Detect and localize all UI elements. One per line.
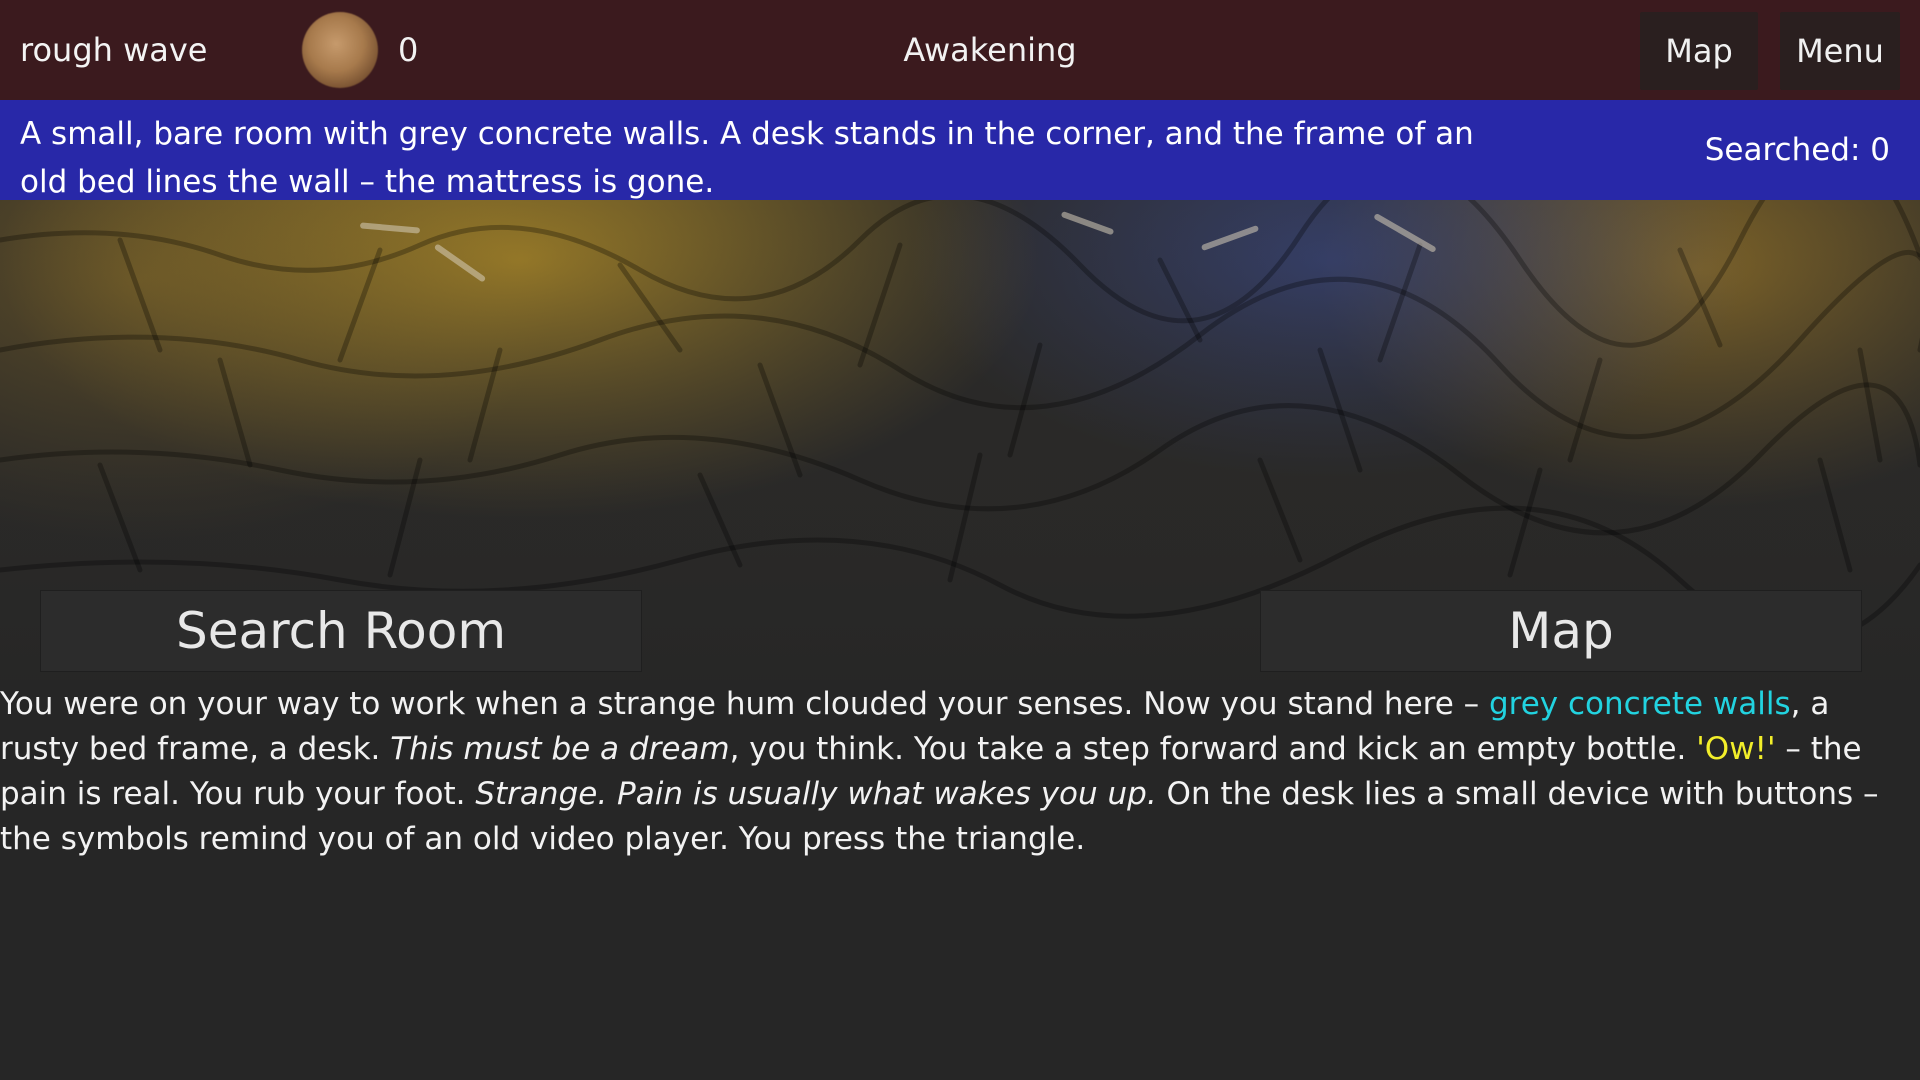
coin-count: 0 bbox=[398, 31, 419, 69]
top-bar: rough wave 0 Awakening Map Menu bbox=[0, 0, 1920, 100]
story-text: You were on your way to work when a stra… bbox=[0, 682, 1910, 862]
story-panel: You were on your way to work when a stra… bbox=[0, 680, 1920, 1080]
highlight-keyword-link[interactable]: grey concrete walls bbox=[1489, 686, 1791, 722]
chapter-title: Awakening bbox=[903, 31, 1077, 69]
game-screen: rough wave 0 Awakening Map Menu A small,… bbox=[0, 0, 1920, 1080]
menu-button[interactable]: Menu bbox=[1780, 12, 1900, 90]
highlight-exclamation: 'Ow!' bbox=[1696, 731, 1776, 767]
search-room-button[interactable]: Search Room bbox=[40, 590, 642, 672]
story-italic-thought: Strange. Pain is usually what wakes you … bbox=[475, 776, 1157, 812]
searched-counter: Searched: 0 bbox=[1704, 132, 1890, 168]
player-name: rough wave bbox=[20, 31, 208, 69]
map-button[interactable]: Map bbox=[1260, 590, 1862, 672]
story-italic-thought: This must be a dream bbox=[390, 731, 730, 767]
room-description: A small, bare room with grey concrete wa… bbox=[20, 116, 1474, 200]
coin-icon bbox=[302, 12, 378, 88]
story-segment: You were on your way to work when a stra… bbox=[0, 686, 1489, 722]
room-description-bar: A small, bare room with grey concrete wa… bbox=[0, 100, 1920, 200]
top-map-button[interactable]: Map bbox=[1640, 12, 1758, 90]
story-segment: , you think. You take a step forward and… bbox=[729, 731, 1697, 767]
